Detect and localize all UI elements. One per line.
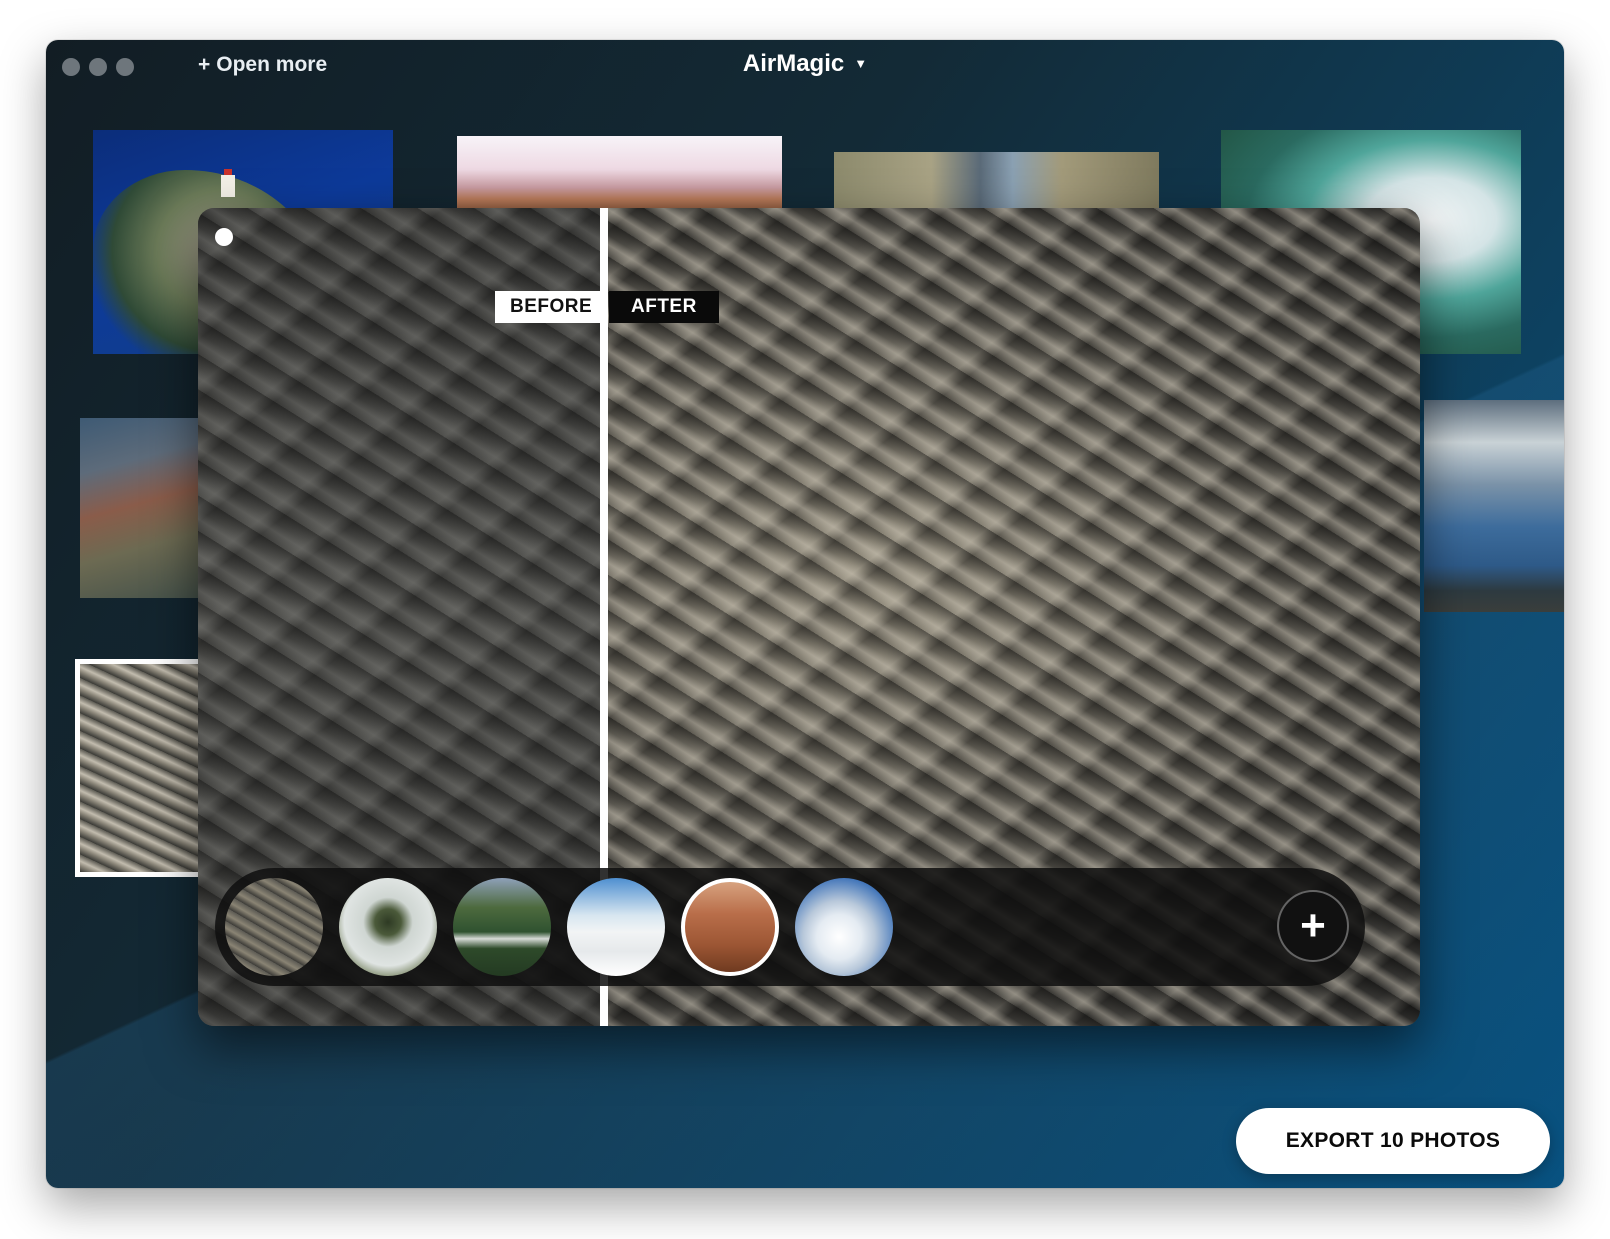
gallery-thumbnail-sky[interactable] (1424, 400, 1564, 612)
app-title-menu[interactable]: AirMagic ▼ (46, 50, 1564, 78)
preset-clouds[interactable] (795, 878, 893, 976)
before-after-viewer[interactable]: BEFORE AFTER + (198, 208, 1420, 1026)
preset-badlands[interactable] (225, 878, 323, 976)
lighthouse-shape (221, 169, 235, 197)
window-dot-icon (215, 228, 233, 246)
preset-desert-dunes-selected[interactable] (681, 878, 779, 976)
preset-bridge-clouds[interactable] (567, 878, 665, 976)
app-title: AirMagic (742, 50, 845, 77)
app-window: + Open more AirMagic ▼ BEFORE AFTER + EXPO… (46, 40, 1564, 1188)
preset-lone-tree[interactable] (339, 878, 437, 976)
preset-forest-road[interactable] (453, 878, 551, 976)
gallery-thumbnail-desert-horizon[interactable] (457, 136, 782, 210)
add-preset-button[interactable]: + (1277, 890, 1349, 962)
after-label: AFTER (609, 291, 719, 323)
chevron-down-icon: ▼ (854, 56, 868, 71)
export-photos-button[interactable]: EXPORT 10 PHOTOS (1236, 1108, 1550, 1174)
before-label: BEFORE (495, 291, 608, 323)
gallery-thumbnail-canyon[interactable] (834, 152, 1159, 210)
preset-tray: + (215, 868, 1365, 986)
